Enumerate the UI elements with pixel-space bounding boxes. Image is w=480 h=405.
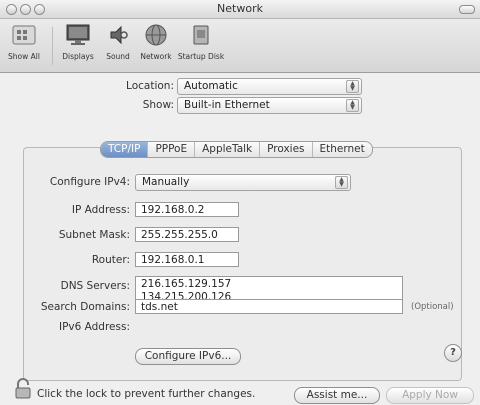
search-domains-label-text: Search Domains: — [40, 301, 130, 313]
subnet-mask-field[interactable]: 255.255.255.0 — [135, 227, 239, 242]
show-label: Show: — [142, 99, 174, 111]
toolbar-sound[interactable]: Sound — [101, 23, 135, 61]
popup-arrows-icon: ▲ ▼ — [335, 176, 348, 189]
toolbar-network[interactable]: Network — [137, 23, 175, 61]
toolbar-toggle-button[interactable] — [459, 5, 475, 14]
router-field[interactable]: 192.168.0.1 — [135, 252, 239, 267]
help-button[interactable]: ? — [444, 344, 462, 362]
toolbar-label-sound: Sound — [106, 52, 130, 61]
lock-message: Click the lock to prevent further change… — [37, 388, 256, 400]
tab-tcp-ip[interactable]: TCP/IP — [101, 142, 149, 157]
toolbar: Show All Displays Sound Network Startup … — [0, 19, 480, 73]
network-globe-icon — [145, 24, 167, 46]
ip-address-label: IP Address: — [71, 204, 130, 216]
title-bar: Network — [0, 0, 480, 19]
configure-ipv6-button[interactable]: Configure IPv6... — [135, 348, 241, 365]
dns-servers-label: DNS Servers: — [60, 280, 130, 292]
toolbar-startup-disk[interactable]: Startup Disk — [177, 23, 225, 61]
toolbar-label-startup-disk: Startup Disk — [177, 52, 225, 61]
subnet-mask-label: Subnet Mask: — [58, 229, 130, 241]
toolbar-label-network: Network — [140, 52, 172, 61]
toolbar-displays[interactable]: Displays — [58, 23, 98, 61]
assist-me-button[interactable]: Assist me... — [294, 387, 380, 404]
router-label: Router: — [91, 254, 130, 266]
apply-now-button: Apply Now — [386, 387, 474, 404]
popup-arrows-icon: ▲ ▼ — [346, 99, 359, 112]
window-title: Network — [217, 2, 263, 15]
speaker-icon — [110, 25, 128, 45]
lock-icon[interactable] — [14, 378, 32, 400]
tab-bar: TCP/IP PPPoE AppleTalk Proxies Ethernet — [100, 141, 373, 158]
display-icon — [66, 24, 90, 45]
configure-ipv4-value: Manually — [142, 176, 190, 188]
configure-ipv4-popup[interactable]: Manually ▲ ▼ — [135, 174, 351, 191]
network-preferences-window: Network Show All Displays Sound Network … — [0, 0, 480, 405]
ipv6-address-label: IPv6 Address: — [58, 321, 130, 333]
grid-icon — [12, 25, 36, 45]
optional-hint: (Optional) — [411, 302, 454, 312]
location-popup[interactable]: Automatic ▲ ▼ — [177, 78, 362, 95]
dns-server-1: 216.165.129.157 — [141, 278, 232, 290]
tab-proxies[interactable]: Proxies — [260, 142, 313, 157]
location-label: Location: — [126, 80, 174, 92]
location-value: Automatic — [184, 80, 238, 92]
toolbar-label-displays: Displays — [62, 52, 94, 61]
show-popup[interactable]: Built-in Ethernet ▲ ▼ — [177, 97, 362, 114]
show-value: Built-in Ethernet — [184, 99, 270, 111]
tab-appletalk[interactable]: AppleTalk — [195, 142, 261, 157]
popup-arrows-icon: ▲ ▼ — [346, 80, 359, 93]
configure-ipv4-label: Configure IPv4: — [49, 176, 130, 188]
disk-icon — [193, 25, 209, 45]
ip-address-field[interactable]: 192.168.0.2 — [135, 202, 239, 217]
toolbar-show-all[interactable]: Show All — [4, 23, 44, 61]
search-domains-field[interactable]: tds.net — [135, 299, 403, 314]
tab-pppoe[interactable]: PPPoE — [148, 142, 196, 157]
tab-ethernet[interactable]: Ethernet — [313, 142, 372, 157]
toolbar-label-show-all: Show All — [8, 52, 40, 61]
toolbar-separator — [52, 27, 53, 65]
